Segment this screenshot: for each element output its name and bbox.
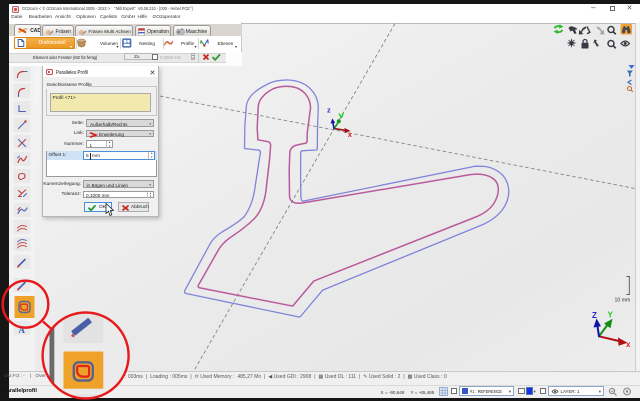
svg-text:z: z [327,106,331,115]
svg-text:Y: Y [608,311,614,320]
svg-text:x: x [348,130,353,139]
svg-text:x: x [626,340,631,349]
svg-text:Z: Z [592,311,597,320]
svg-text:10 mm: 10 mm [615,298,631,304]
